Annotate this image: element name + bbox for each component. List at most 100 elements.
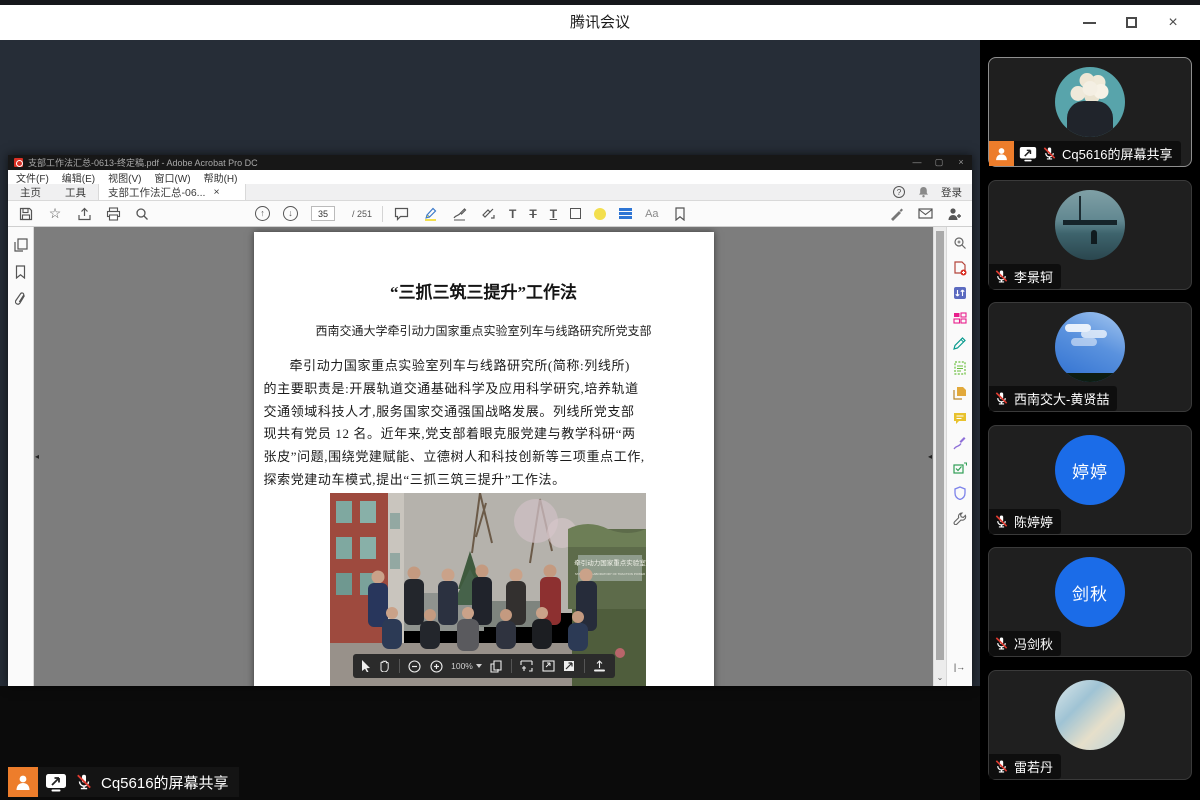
favorite-star-icon[interactable]: ☆ [47, 206, 63, 222]
maximize-button[interactable] [1110, 5, 1152, 40]
minimize-button[interactable] [1068, 5, 1110, 40]
combine-files-icon[interactable] [952, 385, 968, 401]
acrobat-restore-button[interactable]: ▢ [928, 155, 950, 170]
save-icon[interactable] [18, 206, 34, 222]
acrobat-tabbar: 主页 工具 支部工作法汇总-06... × ? 登录 [8, 184, 972, 201]
tab-tools[interactable]: 工具 [53, 184, 98, 200]
participant-tile[interactable]: 雷若丹 [988, 670, 1192, 780]
stage-share-label: Cq5616的屏幕共享 [8, 767, 239, 797]
sign-pen-icon[interactable] [451, 206, 467, 222]
acrobat-body: “三抓三筑三提升”工作法 西南交通大学牵引动力国家重点实验室列车与线路研究所党支… [8, 227, 972, 686]
select-cursor-icon[interactable] [361, 660, 371, 672]
yellow-dot-icon[interactable] [594, 208, 606, 220]
bookmark-tool-icon[interactable] [672, 206, 688, 222]
left-panel-collapse-handle[interactable]: ◂ [35, 452, 39, 461]
share-upload-icon[interactable] [76, 206, 92, 222]
previous-page-icon[interactable]: ↑ [255, 206, 270, 221]
search-icon[interactable] [134, 206, 150, 222]
presenter-icon [8, 767, 38, 797]
bookmarks-icon[interactable] [13, 264, 29, 280]
zoom-out-icon[interactable] [408, 660, 421, 673]
bell-icon[interactable] [917, 186, 929, 198]
zoom-level-dropdown[interactable]: 100% [451, 661, 482, 671]
tab-home[interactable]: 主页 [8, 184, 53, 200]
participant-tile[interactable]: 李景轲 [988, 180, 1192, 290]
menu-help[interactable]: 帮助(H) [204, 170, 238, 185]
send-sign-icon[interactable] [952, 460, 968, 476]
paragraph-line: 交通领域科技人才,服务国家交通强国战略发展。列线所党支部 [264, 401, 704, 424]
scrollbar-thumb[interactable] [936, 231, 944, 660]
create-pdf-icon[interactable] [952, 260, 968, 276]
toolbar-divider [382, 206, 383, 222]
zoom-in-icon[interactable] [430, 660, 443, 673]
comment-bubble-icon[interactable] [393, 206, 409, 222]
acrobat-close-button[interactable]: × [950, 155, 972, 170]
stamp-icon[interactable] [480, 206, 496, 222]
participant-tile[interactable]: 西南交大-黄贤喆 [988, 302, 1192, 412]
add-user-icon[interactable] [946, 206, 962, 222]
meeting-title: 腾讯会议 [0, 5, 1200, 40]
rail-expand-icon[interactable]: |→ [947, 662, 972, 672]
scan-ocr-icon[interactable] [952, 360, 968, 376]
participant-tile[interactable]: 婷婷 陈婷婷 [988, 425, 1192, 535]
tab-document[interactable]: 支部工作法汇总-06... × [98, 184, 246, 200]
text-style-icon[interactable]: Aa [645, 208, 658, 220]
mic-muted-icon [75, 773, 93, 791]
page-thumbnails-icon[interactable] [13, 237, 29, 253]
export-pdf-icon[interactable] [952, 285, 968, 301]
menu-window[interactable]: 窗口(W) [154, 170, 190, 185]
fill-sign-icon[interactable] [952, 435, 968, 451]
close-button[interactable]: × [1152, 5, 1194, 40]
menu-file[interactable]: 文件(F) [16, 170, 49, 185]
comment-tool-icon[interactable] [952, 410, 968, 426]
tab-close-icon[interactable]: × [213, 186, 219, 198]
participant-name: 李景轲 [1014, 267, 1053, 286]
more-tools-icon[interactable] [952, 510, 968, 526]
acrobat-toolbar: ☆ ↑ ↓ 35 / 251 [8, 201, 972, 227]
menu-view[interactable]: 视图(V) [108, 170, 141, 185]
add-text-icon[interactable]: T [509, 207, 516, 221]
rectangle-tool-icon[interactable] [570, 208, 581, 219]
highlighter-icon[interactable] [422, 206, 438, 222]
mic-muted-icon [1042, 146, 1057, 161]
edit-pdf-icon[interactable] [952, 335, 968, 351]
avatar: 婷婷 [1055, 435, 1125, 505]
toolbar-left-group: ☆ [18, 206, 150, 222]
fit-page-icon[interactable] [542, 660, 555, 672]
search-plus-icon[interactable] [952, 235, 968, 251]
fullscreen-icon[interactable] [563, 660, 575, 672]
protect-icon[interactable] [952, 485, 968, 501]
toolbar-annotate-group: T T T Aa [393, 206, 688, 222]
next-page-icon[interactable]: ↓ [283, 206, 298, 221]
blue-lines-icon[interactable] [619, 208, 632, 211]
shared-desktop: 支部工作法汇总-0613-终定稿.pdf - Adobe Acrobat Pro… [0, 40, 980, 686]
link-pen-icon[interactable] [888, 206, 904, 222]
acrobat-app-icon [14, 158, 23, 167]
help-icon[interactable]: ? [893, 186, 905, 198]
print-icon[interactable] [105, 206, 121, 222]
page-number-input[interactable]: 35 [311, 206, 335, 221]
underline-icon[interactable]: T [550, 207, 557, 221]
page-view-icon[interactable] [490, 660, 502, 673]
document-view-area[interactable]: “三抓三筑三提升”工作法 西南交通大学牵引动力国家重点实验室列车与线路研究所党支… [34, 227, 933, 686]
right-panel-collapse-handle[interactable]: ◂ [928, 452, 932, 461]
participant-name: 冯剑秋 [1014, 634, 1053, 653]
acrobat-minimize-button[interactable]: — [906, 155, 928, 170]
paragraph-line: 探索党建动车模式,提出“三抓三筑三提升”工作法。 [264, 469, 704, 492]
organize-pages-icon[interactable] [952, 310, 968, 326]
presenter-icon [989, 141, 1014, 166]
scroll-down-icon[interactable]: ⌄ [934, 673, 946, 682]
fit-width-icon[interactable] [520, 660, 533, 672]
menu-edit[interactable]: 编辑(E) [62, 170, 95, 185]
mail-icon[interactable] [917, 206, 933, 222]
window-controls: × [1068, 5, 1194, 40]
vertical-scrollbar[interactable]: ⌄ [933, 227, 946, 686]
strikethrough-icon[interactable]: T [529, 207, 536, 221]
signin-link[interactable]: 登录 [941, 185, 962, 200]
attachments-icon[interactable] [13, 291, 29, 307]
participant-tile[interactable]: 剑秋 冯剑秋 [988, 547, 1192, 657]
hand-tool-icon[interactable] [379, 660, 390, 672]
photo-sign-cn: 牵引动力国家重点实验室 [574, 558, 646, 567]
share-page-icon[interactable] [593, 660, 606, 672]
participant-tile[interactable]: Cq5616的屏幕共享 [988, 57, 1192, 167]
